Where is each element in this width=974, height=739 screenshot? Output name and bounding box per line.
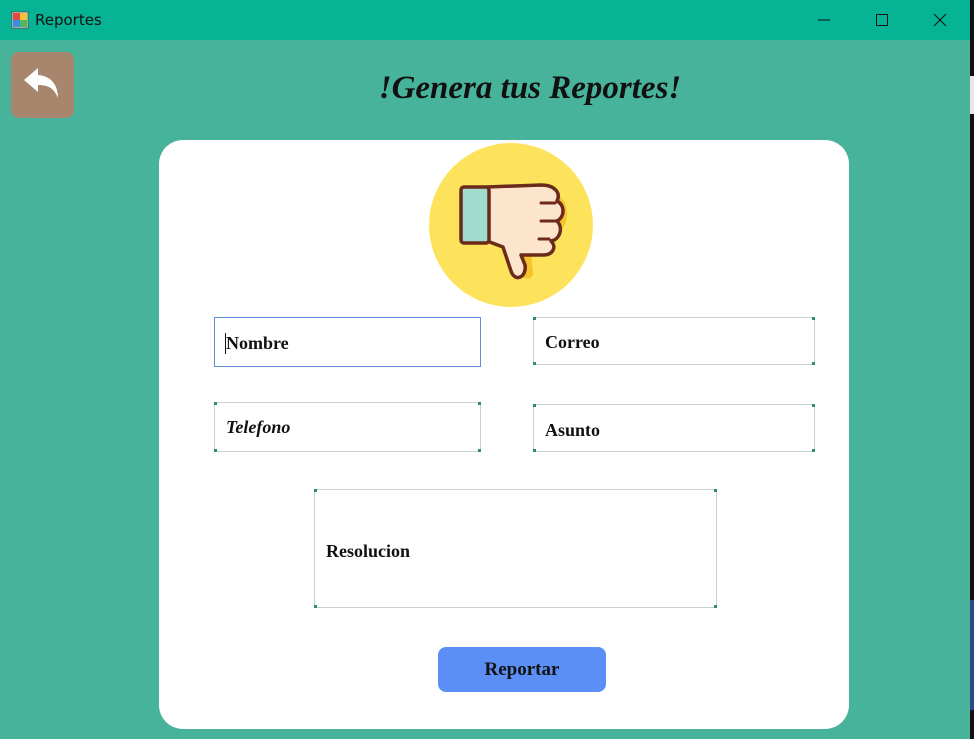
asunto-field[interactable]: Asunto	[533, 404, 815, 452]
correo-field[interactable]: Correo	[533, 317, 815, 365]
telefono-field-text: Telefono	[226, 417, 291, 437]
app-icon	[11, 11, 29, 29]
minimize-button[interactable]	[795, 0, 853, 40]
asunto-field-text: Asunto	[545, 420, 601, 440]
close-button[interactable]	[911, 0, 969, 40]
close-icon	[933, 13, 947, 27]
resolucion-field[interactable]: Resolucion	[314, 489, 717, 608]
resolucion-field-text: Resolucion	[326, 541, 411, 561]
thumbs-down-icon	[429, 143, 593, 307]
window-titlebar: Reportes	[0, 0, 970, 40]
maximize-icon	[876, 14, 888, 26]
window-title: Reportes	[35, 11, 102, 29]
nombre-field[interactable]: Nombre	[214, 317, 481, 367]
report-form-card: Nombre Correo Telefono Asunto Resolucion…	[159, 140, 849, 729]
back-button[interactable]	[11, 52, 74, 118]
nombre-field-text: Nombre	[226, 333, 289, 353]
background-window-edge	[970, 0, 974, 739]
correo-field-text: Correo	[545, 332, 600, 352]
reportar-button[interactable]: Reportar	[438, 647, 606, 692]
minimize-icon	[818, 19, 830, 21]
telefono-field[interactable]: Telefono	[214, 402, 481, 452]
back-arrow-icon	[24, 68, 58, 98]
maximize-button[interactable]	[853, 0, 911, 40]
page-title: !Genera tus Reportes!	[378, 70, 682, 106]
